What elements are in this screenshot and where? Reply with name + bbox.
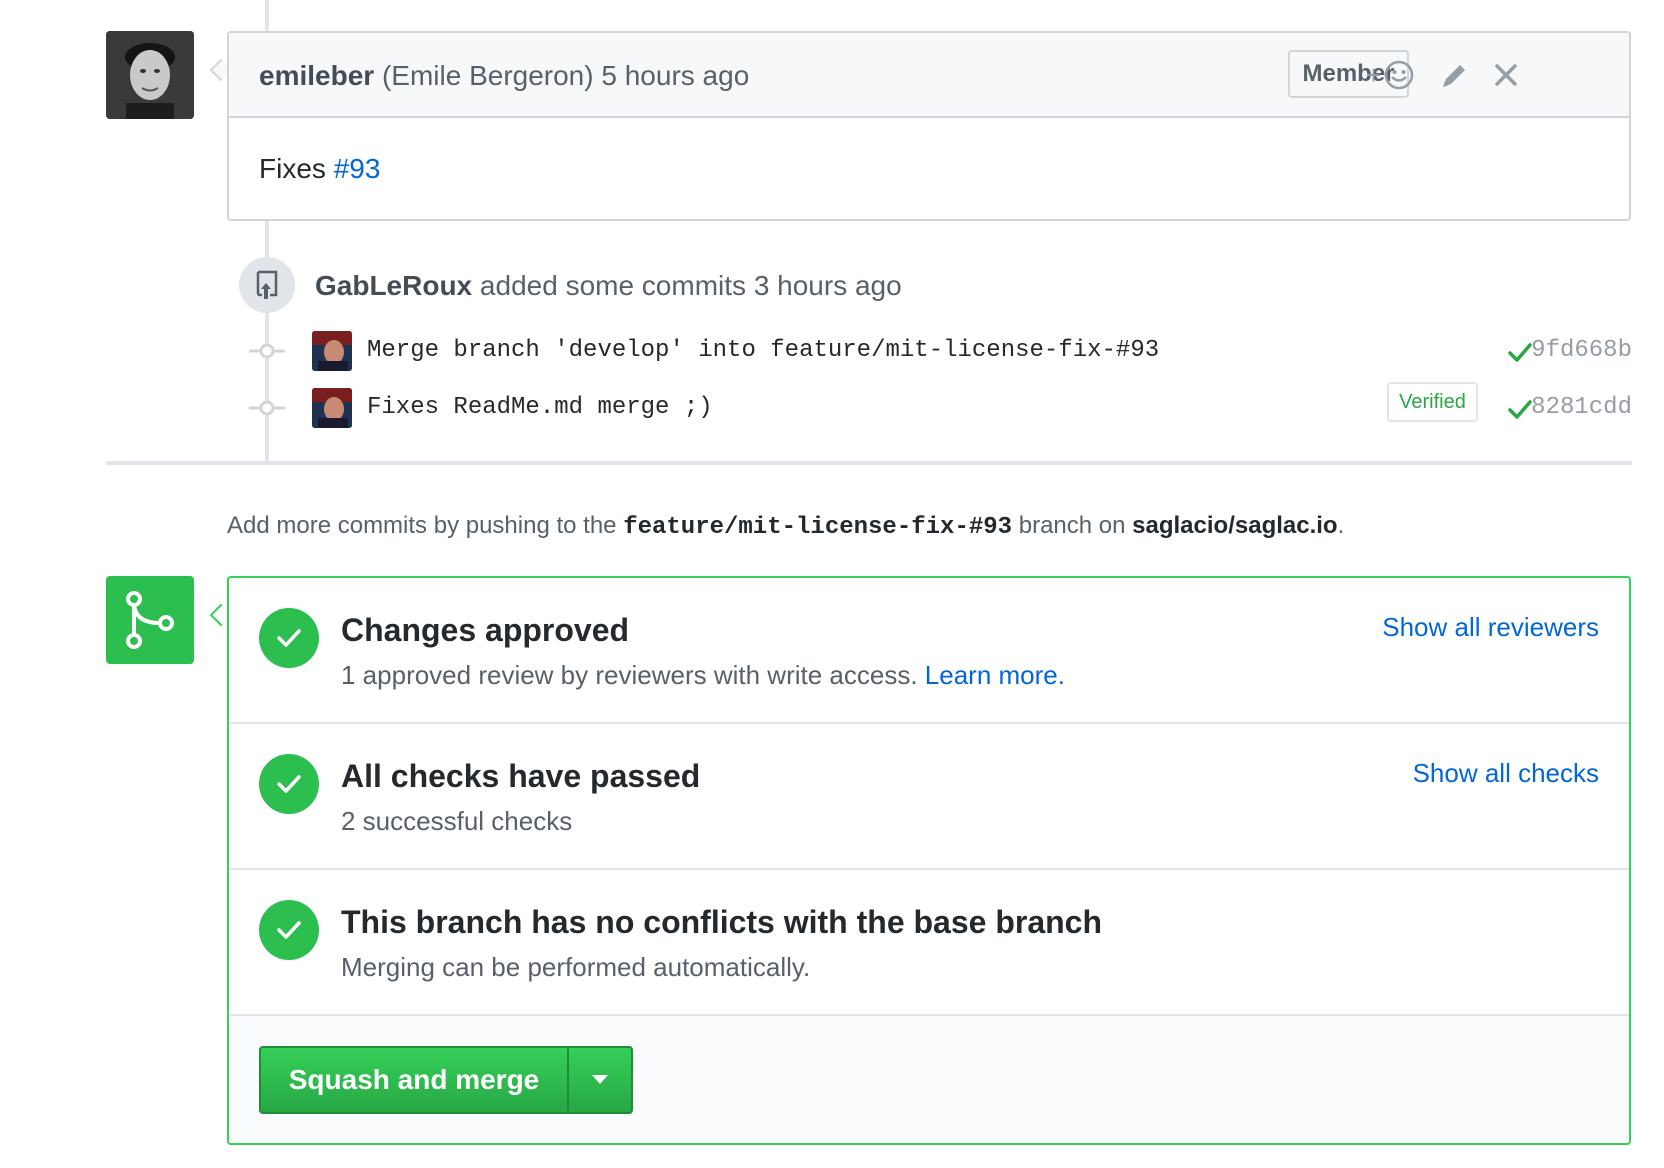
learn-more-link[interactable]: Learn more. — [925, 660, 1065, 690]
repo-name: saglacio/saglac.io — [1132, 512, 1338, 539]
plus-label: + — [1366, 59, 1382, 90]
commits-event-text: GabLeRoux added some commits 3 hours ago — [315, 270, 902, 302]
commit-message-link[interactable]: Merge branch 'develop' into feature/mit-… — [367, 337, 1159, 364]
comment-header: emileber (Emile Bergeron) 5 hours ago Me… — [229, 33, 1629, 118]
commit-row: Merge branch 'develop' into feature/mit-… — [239, 331, 1632, 371]
status-success-badge — [259, 608, 319, 668]
conflicts-section: This branch has no conflicts with the ba… — [229, 870, 1629, 1016]
comment-box: emileber (Emile Bergeron) 5 hours ago Me… — [227, 31, 1631, 221]
commit-author-avatar[interactable] — [312, 388, 352, 428]
check-icon — [277, 921, 301, 939]
commits-author-link[interactable]: GabLeRoux — [315, 270, 472, 301]
comment-author-link[interactable]: emileber — [259, 60, 374, 91]
timeline-divider — [106, 461, 1632, 465]
comment-text: Fixes — [259, 153, 334, 184]
check-icon — [277, 775, 301, 793]
repo-push-icon — [256, 270, 278, 299]
author-avatar[interactable] — [106, 31, 194, 119]
merge-button-group: Squash and merge — [259, 1046, 633, 1114]
commits-event-time[interactable]: 3 hours ago — [754, 270, 902, 301]
check-icon — [277, 629, 301, 647]
edit-comment-button[interactable] — [1440, 55, 1468, 95]
smiley-icon — [1384, 60, 1414, 90]
check-icon — [1508, 400, 1532, 419]
status-description-text: 1 approved review by reviewers with writ… — [341, 660, 925, 690]
branch-name: feature/mit-license-fix-#93 — [623, 514, 1013, 541]
show-all-checks-link[interactable]: Show all checks — [1413, 758, 1599, 789]
commit-author-avatar[interactable] — [312, 331, 352, 371]
approvals-section: Changes approved 1 approved review by re… — [229, 578, 1629, 724]
status-title: This branch has no conflicts with the ba… — [341, 904, 1103, 940]
git-commit-icon — [249, 400, 285, 416]
verified-badge[interactable]: Verified — [1387, 382, 1478, 422]
merge-box: Changes approved 1 approved review by re… — [227, 576, 1631, 1145]
merge-footer: Squash and merge — [229, 1016, 1629, 1143]
git-commit-icon — [249, 343, 285, 359]
pencil-icon — [1443, 65, 1465, 87]
status-description: Merging can be performed automatically. — [341, 952, 811, 982]
show-all-reviewers-link[interactable]: Show all reviewers — [1382, 612, 1599, 643]
push-note-prefix: Add more commits by pushing to the — [227, 512, 624, 539]
push-note-middle: branch on — [1012, 512, 1133, 539]
comment-body: Fixes #93 — [259, 153, 380, 185]
commits-event-action: added some commits — [479, 270, 747, 301]
commit-sha-link[interactable]: 8281cdd — [1531, 394, 1632, 421]
status-description: 2 successful checks — [341, 806, 573, 836]
merge-method-dropdown-button[interactable] — [567, 1048, 631, 1112]
timeline-line — [265, 0, 269, 31]
comment-author-fullname: (Emile Bergeron) — [381, 60, 594, 91]
comment-timestamp[interactable]: 5 hours ago — [601, 60, 749, 91]
status-title: All checks have passed — [341, 758, 701, 794]
add-reaction-button[interactable]: + — [1366, 55, 1415, 95]
close-icon — [1495, 64, 1517, 86]
push-note-suffix: . — [1337, 512, 1345, 539]
squash-and-merge-button[interactable]: Squash and merge — [261, 1048, 567, 1112]
check-icon — [1508, 343, 1532, 362]
push-note: Add more commits by pushing to the featu… — [227, 512, 1344, 541]
status-description: 1 approved review by reviewers with writ… — [341, 660, 1065, 691]
commits-event-badge — [239, 257, 295, 313]
merge-status-icon — [106, 576, 194, 664]
git-merge-icon — [126, 591, 174, 649]
checks-section: All checks have passed 2 successful chec… — [229, 724, 1629, 870]
status-title: Changes approved — [341, 612, 630, 648]
status-success-badge — [259, 754, 319, 814]
close-comment-button[interactable] — [1494, 55, 1518, 95]
commit-sha-link[interactable]: 9fd668b — [1531, 337, 1632, 364]
comment-meta: emileber (Emile Bergeron) 5 hours ago — [259, 60, 749, 92]
status-success-badge — [259, 900, 319, 960]
triangle-down-icon — [592, 1075, 608, 1084]
commit-row: Fixes ReadMe.md merge ;) Verified 8281cd… — [239, 382, 1632, 428]
commit-message-link[interactable]: Fixes ReadMe.md merge ;) — [367, 394, 713, 421]
issue-link[interactable]: #93 — [334, 153, 381, 184]
